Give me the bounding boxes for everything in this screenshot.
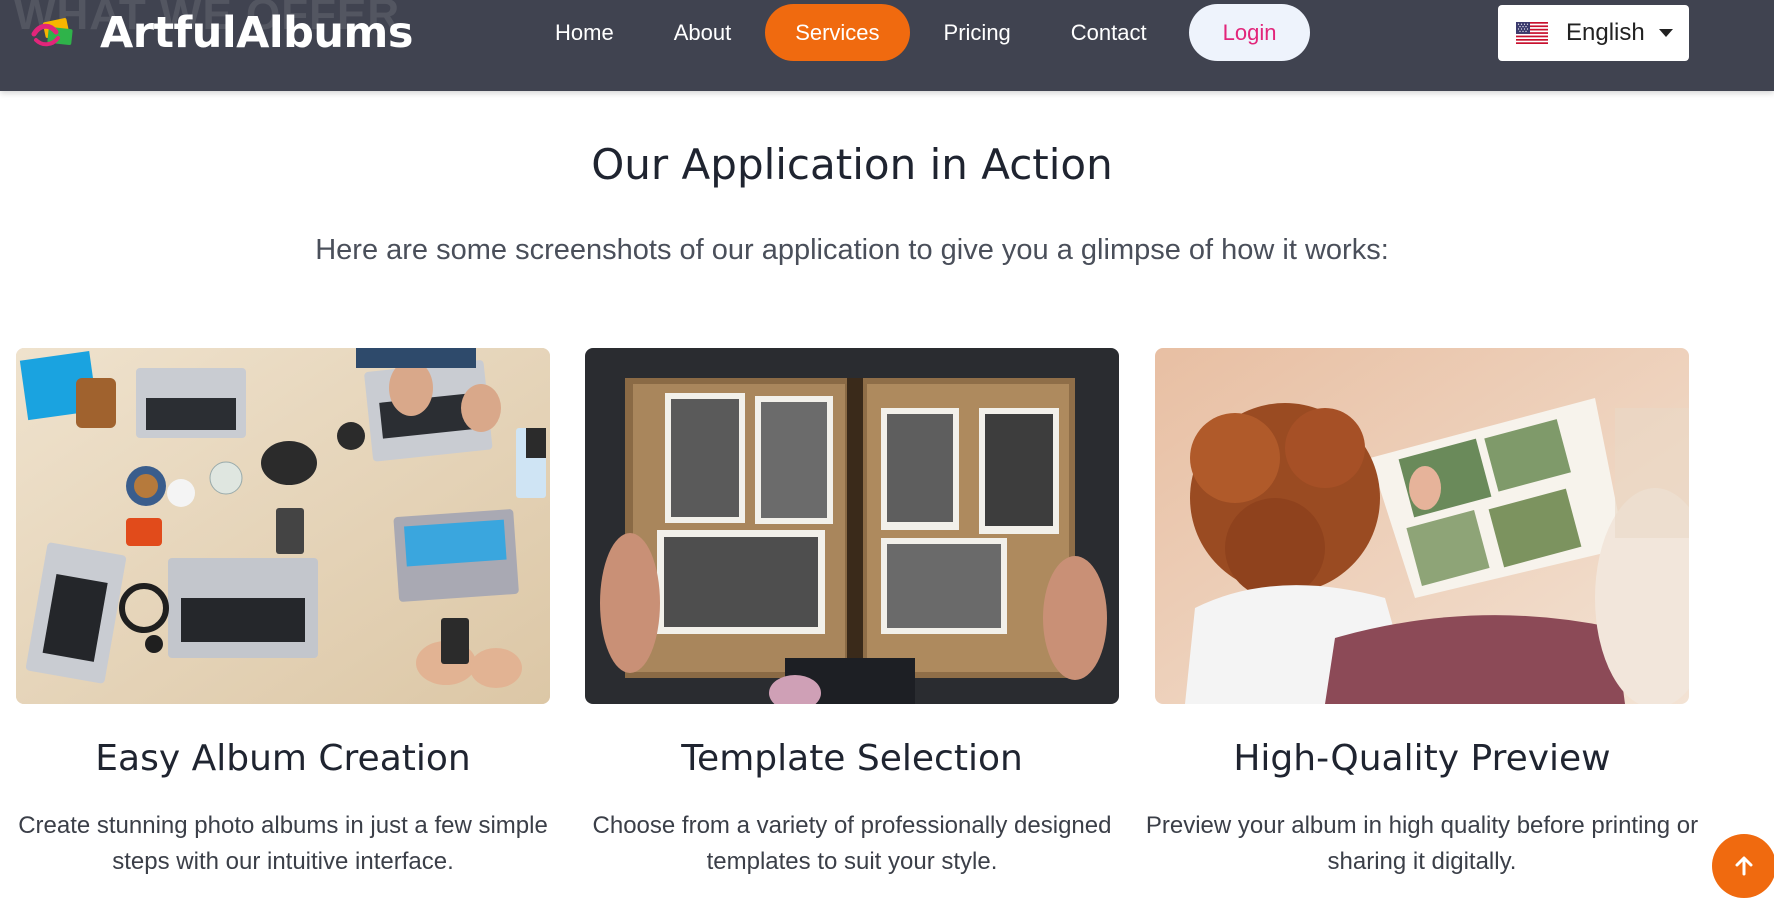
nav-home[interactable]: Home bbox=[525, 4, 644, 61]
nav-services[interactable]: Services bbox=[765, 4, 910, 61]
main-nav: Home About Services Pricing Contact Logi… bbox=[525, 4, 1311, 61]
us-flag-icon bbox=[1516, 22, 1548, 44]
login-button[interactable]: Login bbox=[1188, 4, 1311, 61]
arrow-up-icon bbox=[1735, 856, 1753, 876]
top-navbar: WHAT WE OFFER ArtfulAlbums Home About Se… bbox=[0, 0, 1774, 91]
card-description: Choose from a variety of professionally … bbox=[592, 812, 1112, 875]
feature-card-album-creation: Easy Album Creation Create stunning phot… bbox=[16, 348, 550, 875]
brand-name: ArtfulAlbums bbox=[100, 8, 413, 58]
card-title: High-Quality Preview bbox=[1233, 738, 1611, 779]
workspace-photo bbox=[16, 348, 550, 704]
card-description: Preview your album in high quality befor… bbox=[1145, 812, 1699, 875]
album-logo-icon bbox=[31, 18, 73, 47]
card-description: Create stunning photo albums in just a f… bbox=[18, 812, 548, 875]
feature-card-high-quality-preview: High-Quality Preview Preview your album … bbox=[1146, 348, 1698, 875]
feature-card-template-selection: Template Selection Choose from a variety… bbox=[585, 348, 1119, 875]
scroll-to-top-button[interactable] bbox=[1712, 834, 1774, 898]
nav-contact[interactable]: Contact bbox=[1041, 4, 1177, 61]
card-title: Template Selection bbox=[681, 738, 1023, 779]
section-title: Our Application in Action bbox=[591, 140, 1113, 189]
nav-pricing[interactable]: Pricing bbox=[914, 4, 1041, 61]
language-label: English bbox=[1566, 19, 1645, 46]
language-dropdown[interactable]: English bbox=[1498, 5, 1689, 61]
section-subtitle: Here are some screenshots of our applica… bbox=[315, 234, 1389, 266]
family-album-photo bbox=[1155, 348, 1689, 704]
card-title: Easy Album Creation bbox=[95, 738, 471, 779]
brand-logo-link[interactable]: ArtfulAlbums bbox=[30, 8, 413, 58]
caret-down-icon bbox=[1658, 29, 1673, 37]
vintage-album-photo bbox=[585, 348, 1119, 704]
nav-about[interactable]: About bbox=[644, 4, 762, 61]
